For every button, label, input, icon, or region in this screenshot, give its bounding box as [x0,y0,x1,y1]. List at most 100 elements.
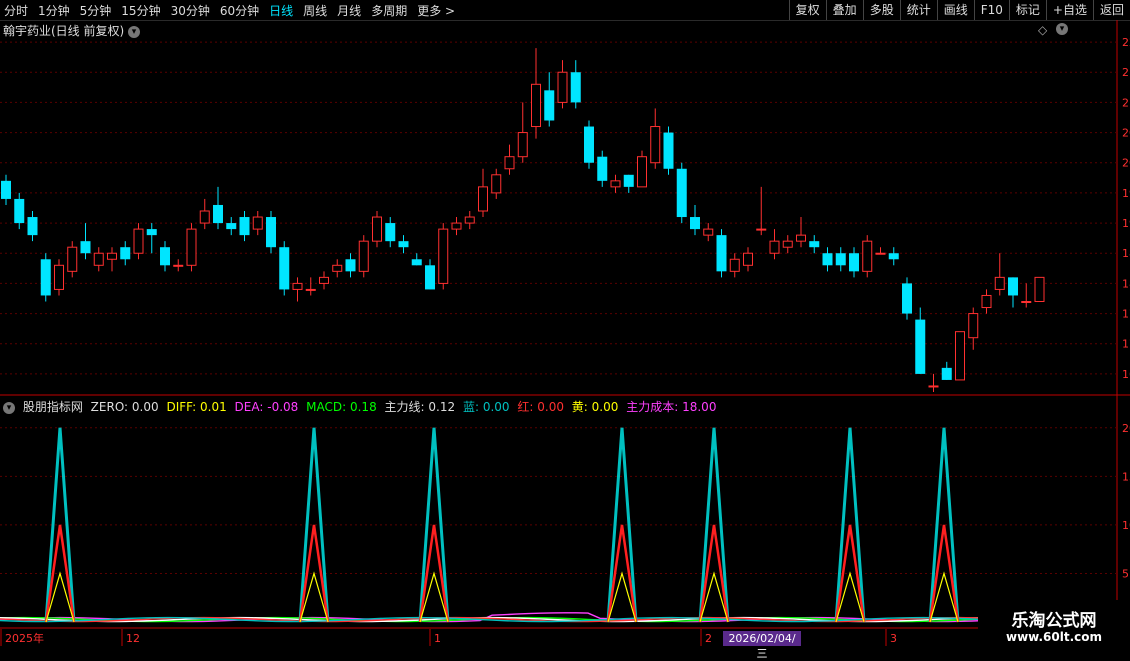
candle-body [835,253,846,266]
candle-body [107,252,117,260]
candle-body [623,174,634,187]
candle-body [597,156,608,181]
time-axis-label: 2025年 [5,631,44,645]
candle-body [266,217,276,248]
candle-body [915,319,926,374]
price-tick-label: 21.00 [1122,96,1130,109]
price-tick-label: 17.50 [1122,308,1130,321]
candle-body [557,71,568,103]
candle-body [292,282,303,290]
candle-body [451,222,462,230]
candle-body [385,223,396,242]
candle-body [226,223,237,230]
candle-body [822,253,833,266]
candle-body [358,240,369,272]
candle-body [902,283,912,314]
watermark-title: 乐淘公式网 [1011,611,1097,631]
candle-body [372,216,382,242]
candle-body [955,331,965,381]
candle-body [637,156,647,188]
candle-body [239,217,250,236]
diamond-icon[interactable]: ◇ [1038,23,1047,37]
time-axis-label: 1 [434,632,441,645]
candle-body [544,90,555,121]
candle-body [186,228,197,266]
candle-body [252,216,263,230]
candle-body [160,247,170,266]
candle-body [93,252,104,266]
indicator-field-cost: 主力成本: 18.00 [626,400,717,414]
indicator-tick-label: 20.00 [1122,422,1130,435]
candle-body [133,228,144,254]
indicator-field-macd: MACD: 0.18 [306,400,377,414]
chart-title-text: 翰宇药业(日线 前复权) [3,24,125,38]
candle-body [796,234,806,242]
candle-body [319,276,329,284]
candle-body [305,288,316,291]
indicator-name: 股朋指标网 [22,400,83,414]
candle-body [54,264,64,290]
candle-body [120,247,131,260]
candle-body [14,198,25,224]
price-tick-label: 18.50 [1122,247,1130,260]
candle-body [517,132,528,158]
indicator-field-zero: ZERO: 0.00 [90,400,159,414]
candle-body [729,258,740,272]
candle-body [213,204,223,224]
indicator-tick-label: 10.00 [1122,519,1130,532]
candle-body [398,241,409,248]
time-axis-label: 2 [705,632,712,645]
indicator-tick-label: 5.00 [1122,567,1130,580]
candle-body [531,83,541,128]
indicator-tick-label: 15.00 [1122,470,1130,483]
candle-body [862,240,873,272]
candle-body [676,168,687,218]
time-axis-label: 12 [126,632,140,645]
candle-body [345,259,356,272]
candle-body [994,276,1005,290]
candle-body [478,186,488,212]
candle-body [663,132,674,169]
candle-body [756,228,767,231]
price-tick-label: 20.00 [1122,157,1130,170]
candle-body [491,174,502,194]
chart-title: 翰宇药业(日线 前复权) ▾ [3,22,141,39]
chevron-down-icon[interactable]: ▾ [3,401,15,414]
candle-body [941,367,952,380]
candle-body [769,240,780,254]
candle-body [1,180,11,199]
price-tick-label: 21.50 [1122,66,1130,79]
watermark-url: www.60lt.com [1005,630,1103,644]
candle-body [146,229,157,236]
price-tick-label: 19.50 [1122,187,1130,200]
candle-body [610,180,621,188]
indicator-header: ▾ 股朋指标网 ZERO: 0.00 DIFF: 0.01 DEA: -0.08… [3,398,720,415]
candle-body [1021,301,1032,303]
indicator-field-yellow: 黄: 0.00 [571,400,619,414]
watermark: 乐淘公式网 www.60lt.com [978,600,1130,650]
candle-body [875,252,886,255]
candle-body [1008,277,1018,296]
chart-canvas[interactable]: 22.00 21.50 21.00 20.50 20.00 19.50 19.00 18.50… [0,0,1130,650]
candle-body [928,385,939,388]
chevron-down-icon[interactable]: ▾ [128,25,141,38]
indicator-field-diff: DIFF: 0.01 [166,400,227,414]
indicator-field-main: 主力线: 0.12 [384,400,456,414]
candle-body [716,235,727,272]
candle-body [279,247,290,290]
candle-body [80,241,91,254]
price-tick-label: 22.00 [1122,36,1130,49]
candle-body [173,264,184,267]
candle-body [849,253,859,272]
candle-body [650,126,661,164]
candle-body [199,210,210,224]
candle-body [782,240,793,248]
candle-body [690,217,700,230]
candle-body [411,259,422,266]
price-tick-label: 18.00 [1122,277,1130,290]
candle-body [968,313,979,339]
candle-body [981,294,992,309]
chevron-down-icon[interactable]: ▾ [1056,23,1068,35]
candle-body [809,241,820,248]
candle-body [332,264,343,272]
